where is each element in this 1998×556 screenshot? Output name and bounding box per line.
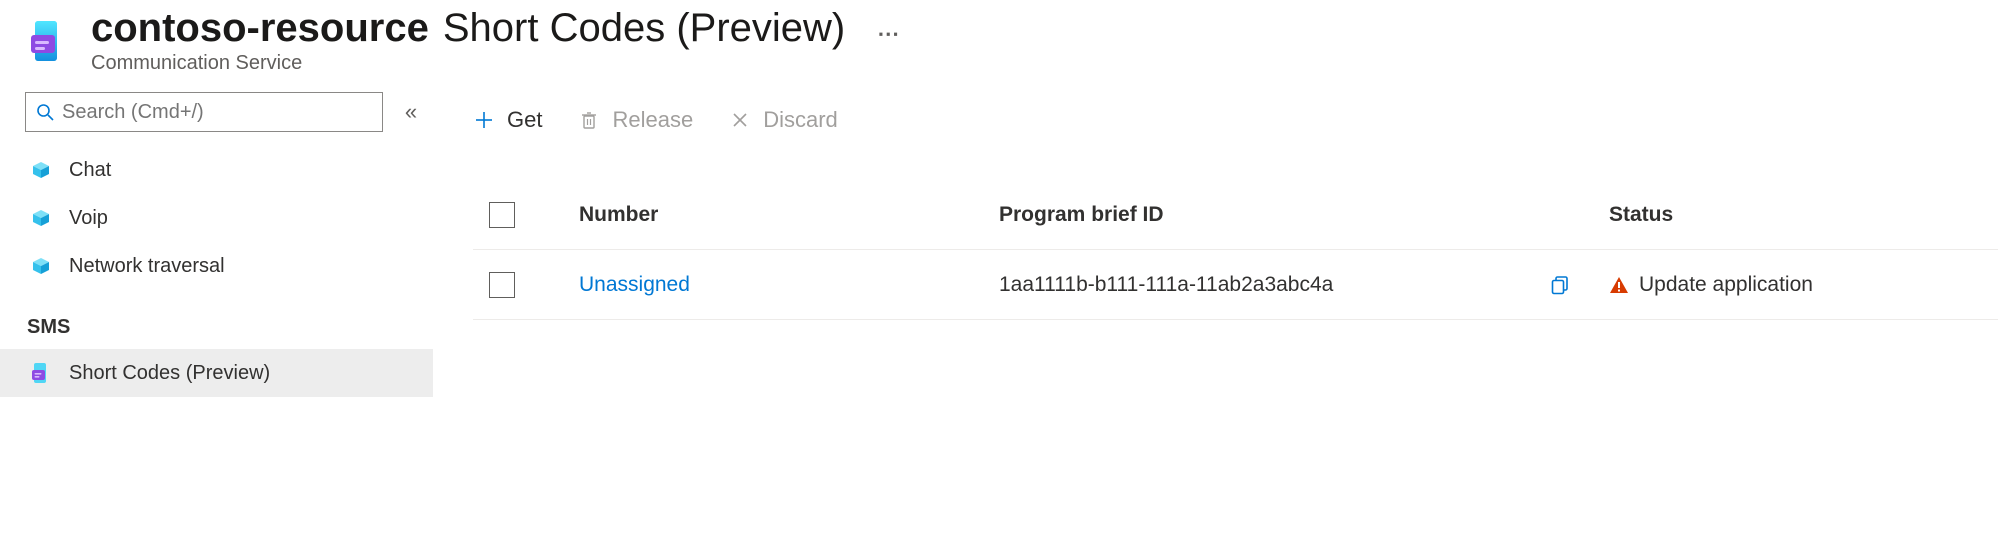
- get-button[interactable]: Get: [473, 107, 542, 133]
- toolbar-label: Discard: [763, 107, 838, 133]
- toolbar-label: Get: [507, 107, 542, 133]
- column-header-status[interactable]: Status: [1609, 203, 1998, 227]
- search-input[interactable]: [62, 101, 372, 124]
- search-icon: [36, 103, 54, 121]
- column-header-number[interactable]: Number: [579, 203, 999, 227]
- sidebar-item-label: Short Codes (Preview): [69, 362, 270, 385]
- warning-icon: [1609, 276, 1629, 294]
- plus-icon: [473, 109, 495, 131]
- table-row[interactable]: Unassigned 1aa1111b-b111-111a-11ab2a3abc…: [473, 250, 1998, 320]
- status-value: Update application: [1639, 273, 1813, 297]
- close-icon: [729, 109, 751, 131]
- sidebar-search[interactable]: [25, 92, 383, 132]
- page-title-resource: contoso-resource: [91, 8, 429, 48]
- sidebar-item-label: Voip: [69, 207, 108, 230]
- sidebar-item-voip[interactable]: Voip: [25, 194, 433, 242]
- sidebar-item-label: Chat: [69, 159, 111, 182]
- row-checkbox[interactable]: [489, 272, 515, 298]
- collapse-sidebar-button[interactable]: «: [397, 99, 425, 125]
- toolbar-label: Release: [612, 107, 693, 133]
- select-all-checkbox[interactable]: [489, 202, 515, 228]
- service-type-label: Communication Service: [91, 52, 907, 75]
- program-brief-id-value: 1aa1111b-b111-111a-11ab2a3abc4a: [999, 273, 1549, 297]
- cube-icon: [29, 254, 53, 278]
- page-title-blade: Short Codes (Preview): [443, 8, 845, 48]
- short-codes-table: Number Program brief ID Status Unassigne…: [473, 180, 1998, 320]
- resource-icon: [25, 17, 73, 65]
- cube-icon: [29, 206, 53, 230]
- cube-icon: [29, 158, 53, 182]
- sidebar-item-chat[interactable]: Chat: [25, 146, 433, 194]
- sidebar: « Chat Voip: [25, 92, 433, 556]
- table-header-row: Number Program brief ID Status: [473, 180, 1998, 250]
- trash-icon: [578, 109, 600, 131]
- sidebar-section-sms: SMS: [25, 290, 433, 349]
- toolbar: Get Release Discard: [473, 96, 1998, 144]
- column-header-program-brief-id[interactable]: Program brief ID: [999, 203, 1549, 227]
- short-codes-icon: [29, 361, 53, 385]
- sidebar-item-label: Network traversal: [69, 255, 225, 278]
- number-link[interactable]: Unassigned: [579, 273, 999, 297]
- sidebar-item-network-traversal[interactable]: Network traversal: [25, 242, 433, 290]
- more-actions-button[interactable]: ⋯: [869, 23, 907, 45]
- copy-icon[interactable]: [1549, 274, 1609, 296]
- discard-button[interactable]: Discard: [729, 107, 838, 133]
- sidebar-item-short-codes[interactable]: Short Codes (Preview): [0, 349, 433, 397]
- release-button[interactable]: Release: [578, 107, 693, 133]
